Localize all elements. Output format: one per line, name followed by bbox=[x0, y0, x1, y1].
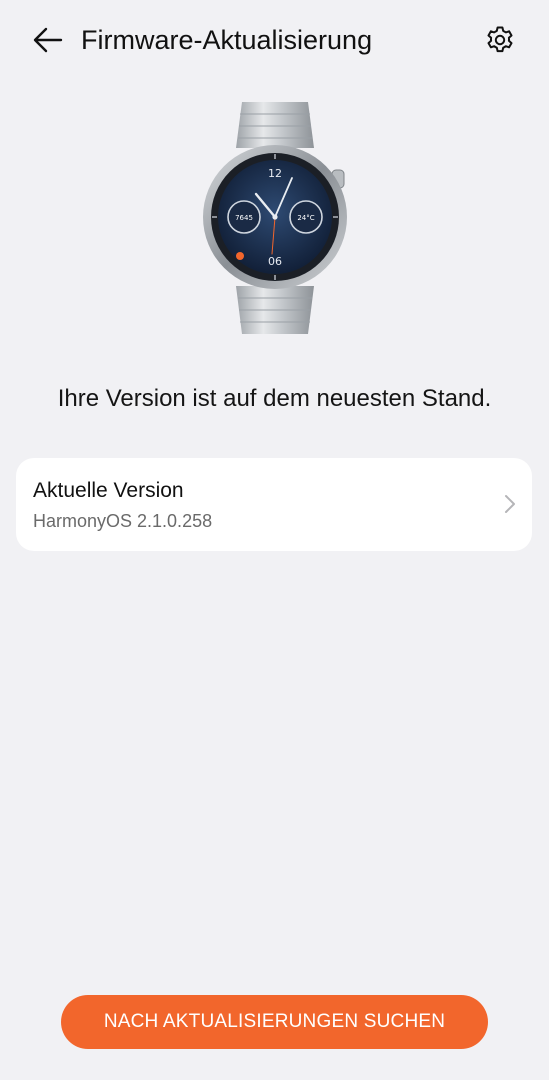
watch-hour-12: 12 bbox=[268, 167, 282, 180]
gear-icon bbox=[487, 26, 513, 53]
watch-hour-06: 06 bbox=[268, 255, 282, 268]
current-version-label: Aktuelle Version bbox=[33, 479, 184, 502]
current-version-row[interactable]: Aktuelle Version HarmonyOS 2.1.0.258 bbox=[16, 458, 532, 551]
page-title: Firmware-Aktualisierung bbox=[81, 25, 373, 55]
arrow-left-icon bbox=[33, 27, 63, 53]
watch-temperature-value: 24°C bbox=[297, 214, 314, 222]
current-version-value: HarmonyOS 2.1.0.258 bbox=[33, 511, 213, 531]
check-for-updates-button[interactable]: NACH AKTUALISIERUNGEN SUCHEN bbox=[61, 995, 488, 1049]
update-status-message: Ihre Version ist auf dem neuesten Stand. bbox=[57, 385, 492, 412]
settings-button[interactable] bbox=[480, 20, 520, 60]
back-button[interactable] bbox=[28, 22, 68, 58]
smartwatch-image: 12 06 7645 24°C bbox=[186, 96, 364, 340]
chevron-right-icon bbox=[505, 495, 515, 513]
watch-steps-value: 7645 bbox=[235, 214, 253, 222]
app-bar: Firmware-Aktualisierung bbox=[0, 0, 549, 80]
